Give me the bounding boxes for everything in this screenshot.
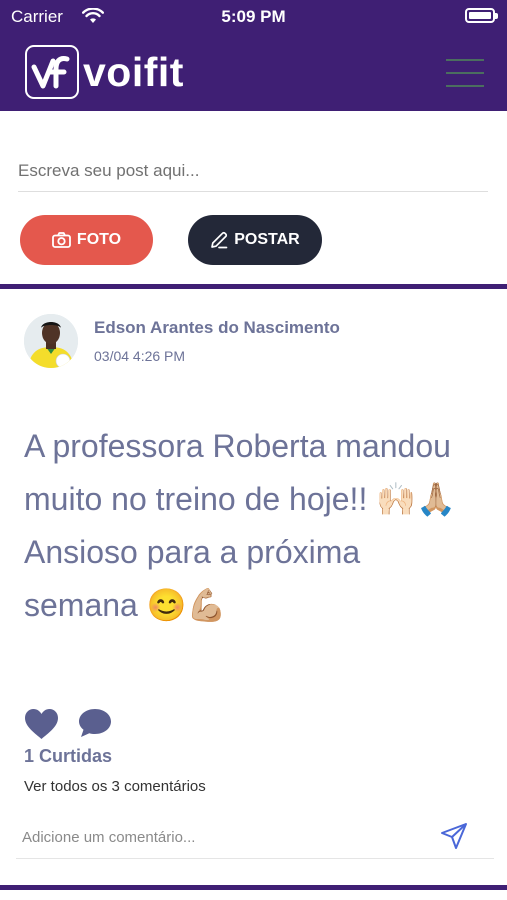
status-bar: Carrier 5:09 PM bbox=[0, 0, 507, 34]
post-button[interactable]: POSTAR bbox=[188, 215, 322, 265]
section-divider bbox=[0, 885, 507, 890]
likes-count[interactable]: 1 Curtidas bbox=[24, 746, 112, 767]
post-composer: FOTO POSTAR bbox=[0, 111, 507, 284]
likes-count-label: Curtidas bbox=[39, 746, 113, 766]
send-icon[interactable] bbox=[440, 822, 468, 850]
pencil-icon bbox=[211, 231, 228, 249]
app-header: Carrier 5:09 PM voifit bbox=[0, 0, 507, 111]
post-input[interactable] bbox=[18, 151, 488, 192]
feed-post: Edson Arantes do Nascimento 03/04 4:26 P… bbox=[0, 290, 507, 885]
post-author[interactable]: Edson Arantes do Nascimento bbox=[94, 318, 340, 338]
logo-text: voifit bbox=[83, 48, 184, 95]
view-comments-link[interactable]: Ver todos os 3 comentários bbox=[24, 778, 206, 795]
post-text: A professora Roberta mandou muito no tre… bbox=[24, 428, 464, 623]
camera-icon bbox=[52, 232, 71, 248]
photo-button[interactable]: FOTO bbox=[20, 215, 153, 265]
hamburger-menu-icon[interactable] bbox=[446, 56, 484, 90]
comment-icon[interactable] bbox=[78, 708, 112, 738]
comment-row bbox=[16, 818, 494, 859]
avatar[interactable] bbox=[24, 314, 78, 368]
heart-icon[interactable] bbox=[24, 708, 59, 740]
app-logo[interactable]: voifit bbox=[25, 44, 184, 100]
likes-count-number: 1 bbox=[24, 746, 35, 766]
battery-icon bbox=[465, 8, 498, 23]
comment-input[interactable] bbox=[22, 824, 422, 850]
section-divider bbox=[0, 284, 507, 289]
clock: 5:09 PM bbox=[221, 7, 286, 26]
vf-logo-icon bbox=[25, 45, 79, 99]
post-timestamp: 03/04 4:26 PM bbox=[94, 348, 186, 364]
post-button-label: POSTAR bbox=[234, 231, 300, 248]
photo-button-label: FOTO bbox=[76, 231, 122, 248]
